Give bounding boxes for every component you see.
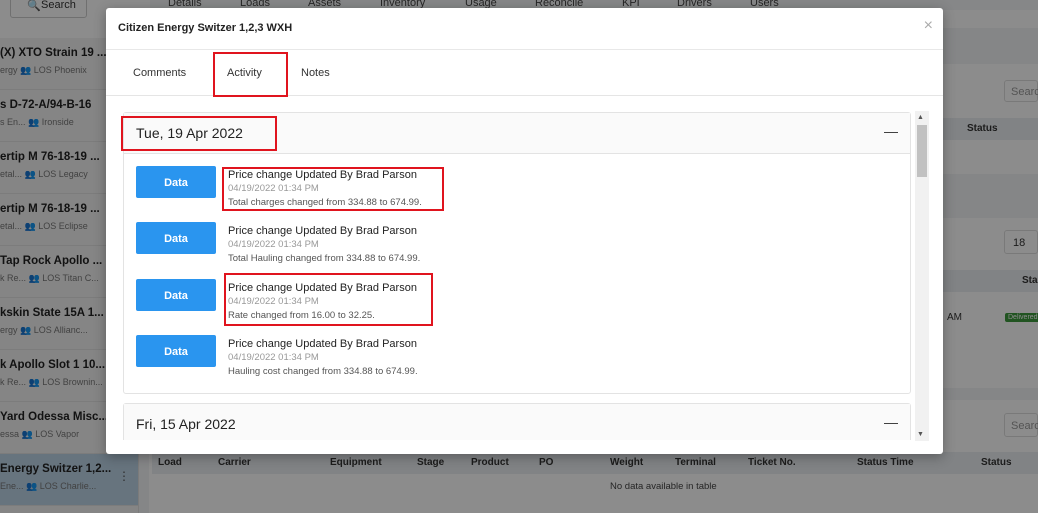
activity-entry: Data Price change Updated By Brad Parson… (124, 335, 910, 385)
collapse-icon[interactable]: — (884, 414, 898, 430)
entry-title: Price change Updated By Brad Parson (228, 338, 417, 350)
activity-entry: Data Price change Updated By Brad Parson… (124, 222, 910, 272)
modal-tabs: Comments Activity Notes (106, 50, 943, 97)
modal-scrollbar[interactable]: ▲ ▼ (915, 111, 929, 441)
entry-title: Price change Updated By Brad Parson (228, 225, 417, 237)
entry-description: Hauling cost changed from 334.88 to 674.… (228, 366, 418, 377)
tab-notes[interactable]: Notes (301, 67, 330, 79)
entry-description: Total Hauling changed from 334.88 to 674… (228, 253, 421, 264)
date-group-header[interactable]: Fri, 15 Apr 2022 — (124, 404, 910, 440)
date-group: Fri, 15 Apr 2022 — (123, 403, 911, 440)
modal-header: Citizen Energy Switzer 1,2,3 WXH × (106, 8, 943, 50)
modal-title: Citizen Energy Switzer 1,2,3 WXH (118, 22, 293, 34)
highlight-box (222, 167, 444, 211)
entry-timestamp: 04/19/2022 01:34 PM (228, 239, 319, 250)
scroll-up-icon[interactable]: ▲ (917, 114, 924, 121)
highlight-box (213, 52, 288, 97)
entry-timestamp: 04/19/2022 01:34 PM (228, 352, 319, 363)
date-group: Tue, 19 Apr 2022 — Data Price change Upd… (123, 112, 911, 394)
date-group-title: Fri, 15 Apr 2022 (136, 416, 236, 432)
collapse-icon[interactable]: — (884, 123, 898, 139)
data-button[interactable]: Data (136, 166, 216, 198)
data-button[interactable]: Data (136, 335, 216, 367)
data-button[interactable]: Data (136, 222, 216, 254)
scroll-thumb[interactable] (917, 125, 927, 177)
tab-comments[interactable]: Comments (133, 67, 186, 79)
close-icon[interactable]: × (924, 17, 933, 35)
activity-modal: Citizen Energy Switzer 1,2,3 WXH × Comme… (106, 8, 943, 454)
highlight-box (224, 273, 433, 326)
scroll-down-icon[interactable]: ▼ (917, 431, 924, 438)
highlight-box (121, 116, 277, 151)
data-button[interactable]: Data (136, 279, 216, 311)
